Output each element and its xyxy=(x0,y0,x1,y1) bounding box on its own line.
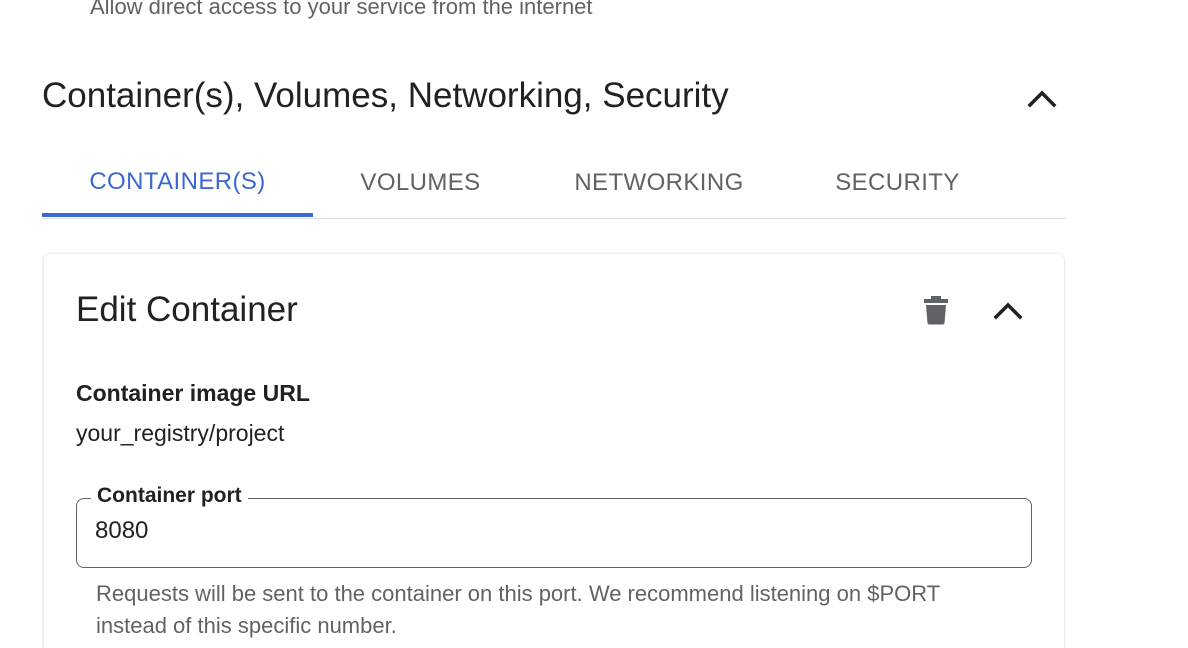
section-collapse-button[interactable] xyxy=(1022,78,1062,118)
container-port-label: Container port xyxy=(91,484,248,508)
container-port-input[interactable] xyxy=(95,517,995,545)
tab-containers[interactable]: CONTAINER(S) xyxy=(42,150,313,217)
container-port-field[interactable]: Container port xyxy=(76,484,1032,568)
card-collapse-button[interactable] xyxy=(988,290,1028,330)
chevron-up-icon xyxy=(993,302,1023,320)
image-url-value: your_registry/project xyxy=(76,420,285,446)
ingress-hint: Allow direct access to your service from… xyxy=(90,0,593,19)
section-header: Container(s), Volumes, Networking, Secur… xyxy=(42,74,1066,122)
edit-container-card: Edit Container Container image URL your_… xyxy=(44,254,1064,648)
image-url-label: Container image URL xyxy=(76,380,310,406)
delete-container-button[interactable] xyxy=(916,290,956,330)
page: Allow direct access to your service from… xyxy=(0,0,1188,648)
trash-icon xyxy=(924,296,948,325)
tab-security[interactable]: SECURITY xyxy=(812,150,983,216)
tab-bar: CONTAINER(S) VOLUMES NETWORKING SECURITY xyxy=(42,150,1066,219)
edit-container-title: Edit Container xyxy=(76,290,298,329)
tab-networking[interactable]: NETWORKING xyxy=(560,150,758,216)
tab-volumes[interactable]: VOLUMES xyxy=(342,150,499,216)
chevron-up-icon xyxy=(1027,90,1057,108)
section-title: Container(s), Volumes, Networking, Secur… xyxy=(42,76,729,115)
container-port-helper: Requests will be sent to the container o… xyxy=(96,581,940,638)
